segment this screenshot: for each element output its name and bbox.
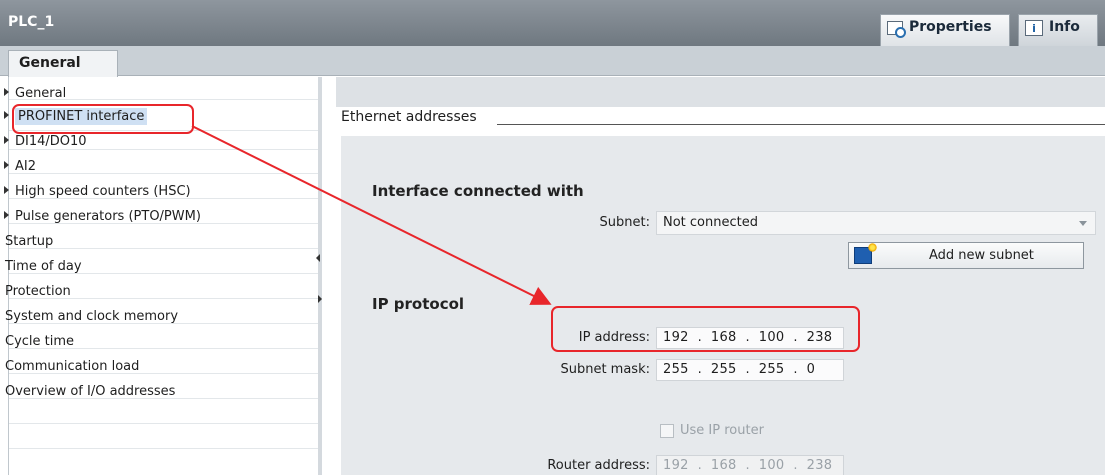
annotation-arrow [191,125,552,305]
